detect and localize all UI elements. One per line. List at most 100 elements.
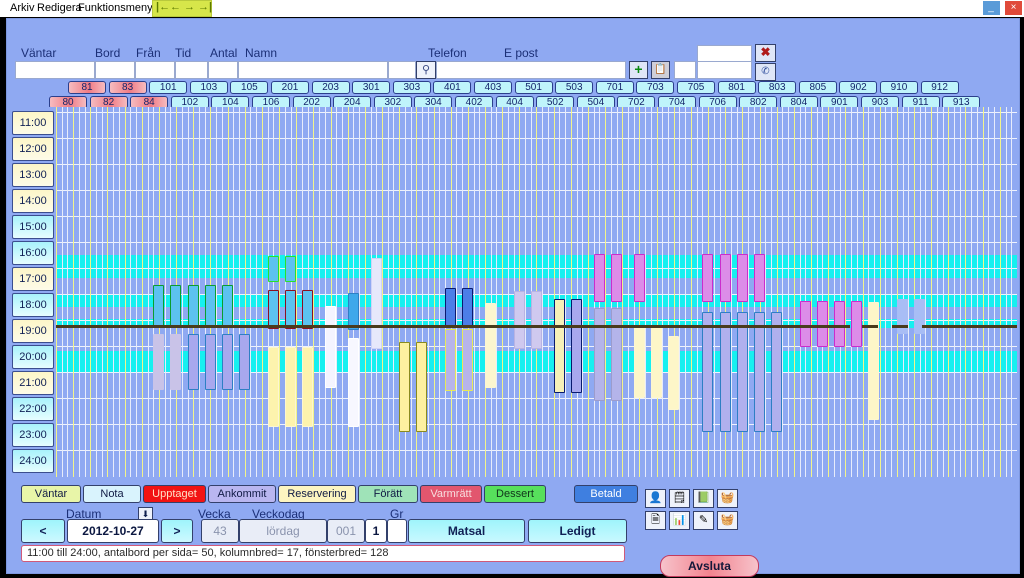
booking-bar[interactable]: Marie bbox=[462, 287, 473, 328]
table-chip-81[interactable]: 81 bbox=[68, 81, 106, 94]
nav-last-icon[interactable]: →| bbox=[198, 1, 212, 13]
date-field[interactable]: 2012-10-27 bbox=[67, 519, 159, 543]
input-extra[interactable] bbox=[388, 61, 416, 79]
table-chip-105[interactable]: 105 bbox=[230, 81, 269, 94]
booking-bar[interactable]: Lundell bbox=[634, 253, 645, 302]
book-icon[interactable]: 📗 bbox=[693, 489, 714, 508]
booking-bar[interactable]: Anna bbox=[153, 284, 164, 328]
input-bord[interactable] bbox=[95, 61, 135, 79]
booking-bar[interactable]: Lundell bbox=[702, 253, 713, 302]
matsal-button[interactable]: Matsal bbox=[408, 519, 525, 543]
gr-field-3[interactable] bbox=[387, 519, 407, 543]
table-chip-902[interactable]: 902 bbox=[839, 81, 878, 94]
booking-bar[interactable] bbox=[285, 290, 296, 330]
contacts-icon[interactable]: 👤 bbox=[645, 489, 666, 508]
booking-bar[interactable] bbox=[153, 334, 164, 391]
booking-bar[interactable] bbox=[302, 290, 313, 330]
booking-bar[interactable]: Lina bbox=[416, 342, 427, 432]
booking-bar[interactable]: Nilsson bbox=[611, 308, 622, 401]
search-icon[interactable]: ⚲ bbox=[416, 61, 436, 79]
legend-upptaget[interactable]: Upptaget bbox=[143, 485, 206, 503]
input-vantar[interactable] bbox=[15, 61, 95, 79]
booking-bar[interactable]: Elisabeth bbox=[514, 291, 525, 349]
red-x-icon[interactable]: ✖ bbox=[755, 44, 776, 62]
menu-item-redigera[interactable]: Redigera bbox=[37, 2, 82, 15]
booking-bar[interactable]: Nilsson bbox=[594, 308, 605, 401]
edit-icon[interactable]: ✎ bbox=[693, 511, 714, 530]
table-chip-912[interactable]: 912 bbox=[920, 81, 959, 94]
table-chip-705[interactable]: 705 bbox=[677, 81, 715, 94]
input-epost[interactable] bbox=[697, 61, 752, 79]
schedule-plot[interactable]: Anna Anna Anna Anna Anna Fransén Fransén Fransé… bbox=[56, 107, 1017, 477]
input-antal[interactable] bbox=[208, 61, 238, 79]
minimize-button[interactable]: _ bbox=[982, 1, 1000, 15]
booking-bar[interactable]: Emma bbox=[651, 325, 662, 398]
booking-bar[interactable]: Antonio bbox=[754, 312, 765, 432]
input-tid[interactable] bbox=[175, 61, 208, 79]
booking-bar[interactable]: Ida bbox=[371, 257, 382, 349]
table-chip-103[interactable]: 103 bbox=[189, 81, 228, 94]
legend-reservering[interactable]: Reservering bbox=[278, 485, 356, 503]
legend-nota[interactable]: Nota bbox=[83, 485, 141, 503]
legend-vntar[interactable]: Väntar bbox=[21, 485, 81, 503]
table-chip-201[interactable]: 201 bbox=[271, 81, 309, 94]
basket-icon[interactable]: 🧺 bbox=[717, 511, 738, 530]
table-chip-703[interactable]: 703 bbox=[636, 81, 675, 94]
booking-bar[interactable]: Elisabeth bbox=[531, 291, 542, 349]
input-namn[interactable] bbox=[238, 61, 388, 79]
booking-bar[interactable]: Kristian bbox=[668, 335, 679, 410]
booking-bar[interactable]: Therese bbox=[554, 299, 565, 393]
table-chip-401[interactable]: 401 bbox=[433, 81, 472, 94]
booking-bar[interactable]: Antonio bbox=[737, 312, 748, 432]
legend-ankommit[interactable]: Ankommit bbox=[208, 485, 276, 503]
ledigt-button[interactable]: Ledigt bbox=[528, 519, 627, 543]
nav-button-group[interactable]: |← ← → →| bbox=[152, 0, 212, 17]
table-chip-501[interactable]: 501 bbox=[514, 81, 553, 94]
booking-bar[interactable]: Anna bbox=[205, 284, 216, 328]
booking-bar[interactable]: Fransén bbox=[302, 347, 313, 427]
booking-bar[interactable]: Jocke bbox=[868, 301, 879, 421]
booking-bar[interactable] bbox=[462, 329, 473, 392]
table-chip-83[interactable]: 83 bbox=[108, 81, 147, 94]
legend-dessert[interactable]: Dessert bbox=[484, 485, 546, 503]
table-chip-701[interactable]: 701 bbox=[595, 81, 634, 94]
page-icon[interactable]: 🗎 bbox=[645, 511, 666, 530]
legend-betald[interactable]: Betald bbox=[574, 485, 638, 503]
input-epost-top[interactable] bbox=[697, 45, 752, 62]
table-chip-503[interactable]: 503 bbox=[555, 81, 594, 94]
menu-item-arkiv[interactable]: Arkiv bbox=[10, 2, 34, 15]
clipboard-icon[interactable]: 📋 bbox=[651, 61, 670, 79]
booking-bar[interactable] bbox=[170, 334, 181, 391]
booking-bar[interactable] bbox=[268, 256, 279, 283]
booking-bar[interactable] bbox=[222, 334, 233, 391]
table-chip-301[interactable]: 301 bbox=[352, 81, 391, 94]
table-chip-805[interactable]: 805 bbox=[798, 81, 837, 94]
booking-bar[interactable]: Lina bbox=[399, 342, 410, 432]
phone-icon[interactable]: ✆ bbox=[755, 63, 776, 81]
booking-bar[interactable]: Antonio bbox=[702, 312, 713, 432]
booking-bar[interactable] bbox=[188, 334, 199, 391]
booking-bar[interactable] bbox=[239, 334, 250, 391]
booking-bar[interactable] bbox=[205, 334, 216, 391]
booking-bar[interactable]: Antonio bbox=[771, 312, 782, 432]
booking-bar[interactable] bbox=[268, 290, 279, 330]
table-chip-403[interactable]: 403 bbox=[474, 81, 512, 94]
schedule-grid[interactable]: 11:00 12:00 13:00 14:00 15:00 16:00 17:00 18:00… bbox=[9, 107, 1017, 477]
basket-icon[interactable]: 🧺 bbox=[717, 489, 738, 508]
booking-bar[interactable] bbox=[897, 299, 908, 335]
booking-bar[interactable] bbox=[285, 256, 296, 283]
input-small[interactable] bbox=[674, 61, 696, 79]
input-telefon[interactable] bbox=[436, 61, 626, 79]
menu-item-funktionsmenyn[interactable]: Funktionsmenyn bbox=[78, 2, 159, 15]
booking-bar[interactable]: Lundell bbox=[737, 253, 748, 302]
booking-bar[interactable]: Anna bbox=[170, 284, 181, 328]
input-fran[interactable] bbox=[135, 61, 175, 79]
exit-button[interactable]: Avsluta bbox=[660, 555, 759, 577]
gr-field-2[interactable]: 1 bbox=[365, 519, 387, 543]
table-chip-801[interactable]: 801 bbox=[717, 81, 756, 94]
booking-bar[interactable]: Anna bbox=[222, 284, 233, 328]
booking-bar[interactable] bbox=[445, 329, 456, 392]
table-chip-203[interactable]: 203 bbox=[311, 81, 350, 94]
booking-bar[interactable]: Fransén bbox=[268, 347, 279, 427]
booking-bar[interactable]: Emma bbox=[634, 325, 645, 398]
